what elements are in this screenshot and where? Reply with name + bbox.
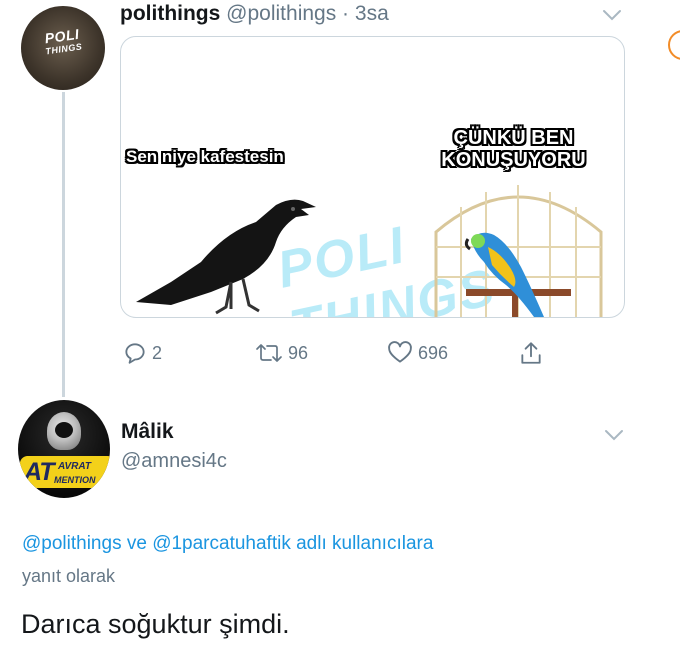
share-button[interactable] [518, 340, 548, 366]
replying-to-suffix: yanıt olarak [22, 566, 116, 586]
tweet-header: polithings @polithings · 3sa [120, 2, 389, 26]
meme-caption-right: ÇÜNKÜ BEN KONUŞUYORU [401, 127, 624, 171]
malik-avatar[interactable]: AT AVRAT MENTION [18, 400, 110, 498]
reply-icon [125, 343, 145, 364]
reply-display-name[interactable]: Mâlik [121, 420, 174, 444]
crow-illustration [136, 199, 316, 315]
avatar-logo: POLI THINGS [30, 26, 97, 61]
like-button[interactable]: 696 [386, 340, 448, 366]
chevron-down-icon[interactable] [601, 8, 623, 22]
meme-caption-left: Sen niye kafestesin [126, 147, 284, 166]
reply-count: 2 [152, 342, 163, 363]
heart-icon [388, 341, 412, 363]
meme-caption-right-line2: KONUŞUYORU [441, 149, 586, 171]
retweet-count: 96 [288, 342, 309, 363]
retweet-button[interactable]: 96 [254, 340, 308, 366]
thread-connector-line [62, 92, 65, 397]
helmet-visor [55, 422, 73, 438]
retweet-icon [256, 344, 282, 362]
share-icon [521, 342, 541, 364]
birdcage-illustration [434, 185, 603, 317]
reply-button[interactable]: 2 [122, 340, 162, 366]
replying-to-users[interactable]: @polithings ve @1parcatuhaftik adlı kull… [22, 533, 433, 554]
tweet-handle[interactable]: @polithings [226, 2, 336, 25]
tweet-timestamp[interactable]: 3sa [355, 2, 389, 25]
reply-body-text: Darıca soğuktur şimdi. [21, 609, 290, 639]
meme-caption-right-line1: ÇÜNKÜ BEN [453, 127, 574, 149]
chevron-down-icon[interactable] [603, 428, 625, 442]
avatar-logo-bottom: THINGS [44, 41, 83, 57]
avatar-badge-small-text-2: MENTION [54, 475, 96, 485]
partial-circle-decoration [668, 30, 680, 60]
tweet-media-image[interactable]: POLI THINGS Sen niye kafestesin ÇÜNKÜ BE… [120, 36, 625, 318]
header-separator: · [336, 2, 355, 25]
avatar-badge-big-text: AT [24, 458, 55, 486]
avatar-badge-small-text-1: AVRAT [58, 461, 91, 472]
tweet-display-name[interactable]: polithings [120, 2, 220, 25]
polithings-avatar[interactable]: POLI THINGS [21, 6, 105, 90]
like-count: 696 [418, 342, 449, 363]
replying-to-line[interactable]: @polithings ve @1parcatuhaftik adlı kull… [22, 533, 433, 555]
reply-handle[interactable]: @amnesi4c [121, 450, 227, 473]
